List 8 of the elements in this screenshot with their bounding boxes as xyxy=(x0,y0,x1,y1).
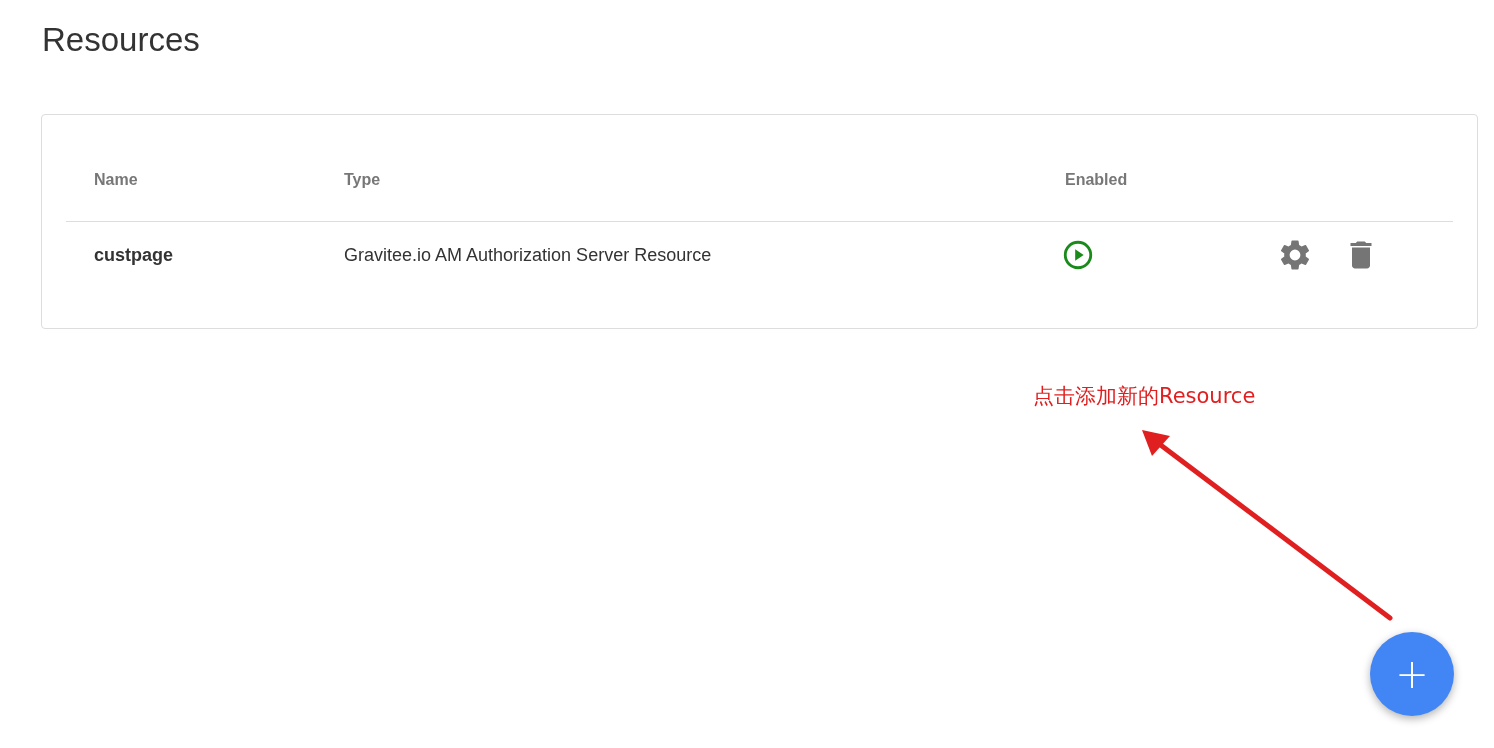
column-header: Name xyxy=(94,171,139,189)
add-button[interactable]: + xyxy=(1370,632,1454,716)
column-header: Type xyxy=(344,171,382,189)
page-title: Resources xyxy=(42,20,200,60)
resource-type: Gravitee.io AM Authorization Server Resource xyxy=(344,244,713,266)
resource-name: custpage xyxy=(94,244,175,266)
column-header: Enabled xyxy=(1065,171,1129,189)
annotation-text: 点击添加新的Resource xyxy=(1033,383,1256,410)
